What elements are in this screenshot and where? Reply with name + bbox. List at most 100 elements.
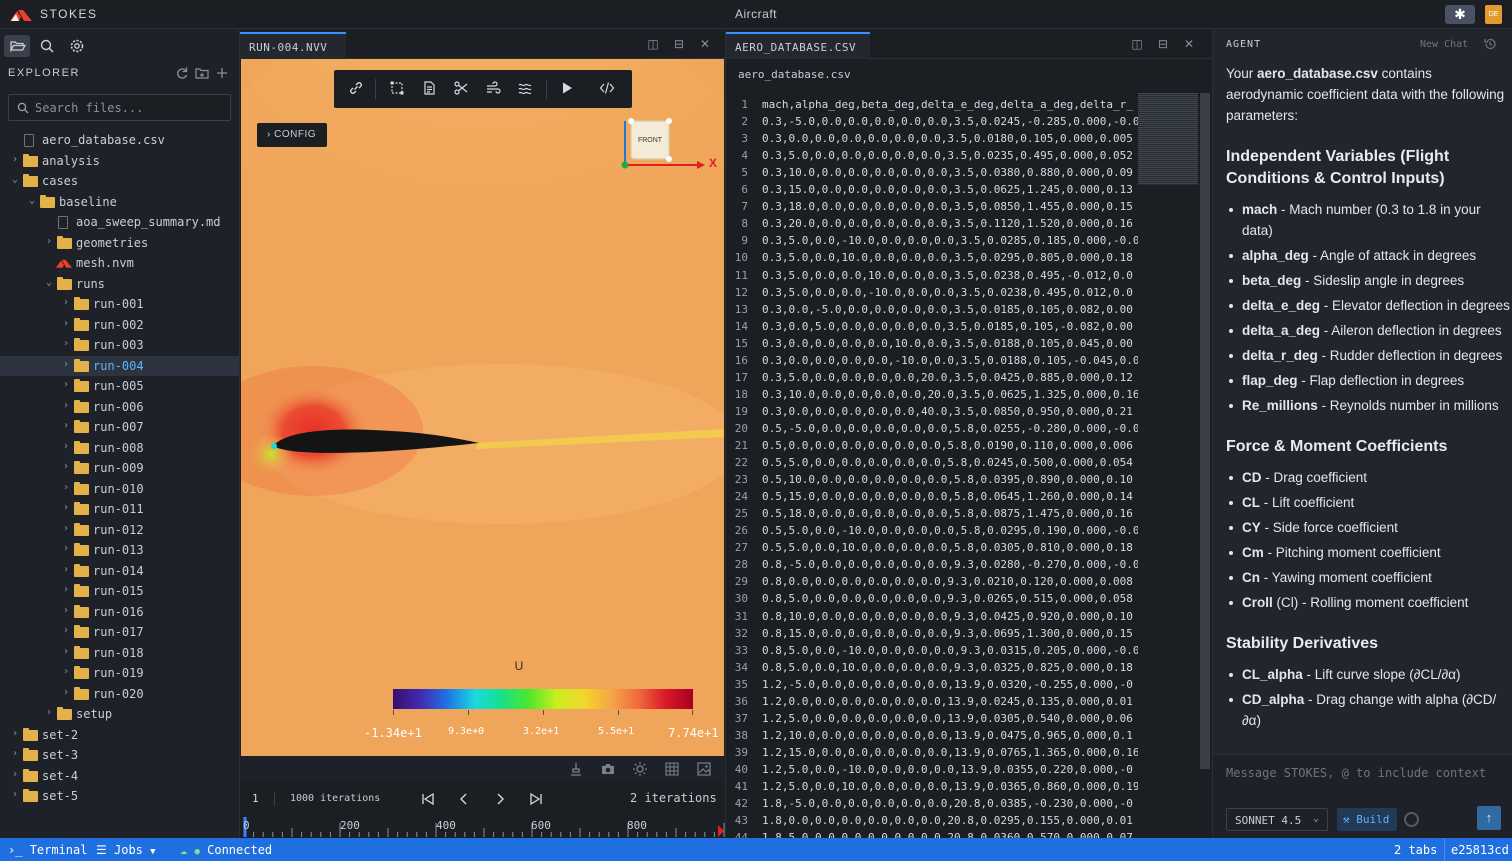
csv-line[interactable]: 1.2,5.0,0.0,0.0,0.0,0.0,0.0,13.9,0.0305,… (762, 712, 1138, 725)
file-search[interactable] (8, 94, 231, 121)
user-avatar[interactable]: DE (1485, 5, 1502, 24)
tree-folder[interactable]: › geometries (0, 233, 239, 253)
step-forward-icon[interactable] (493, 792, 507, 806)
theme-button[interactable]: ✱ (1445, 5, 1475, 24)
message-input[interactable] (1226, 763, 1501, 783)
csv-line[interactable]: 1.8,5.0,0.0,0.0,0.0,0.0,0.0,20.8,0.0360,… (762, 831, 1138, 838)
csv-line[interactable]: 0.5,18.0,0.0,0.0,0.0,0.0,0.0,5.8,0.0875,… (762, 507, 1138, 520)
tree-folder[interactable]: › run-010 (0, 479, 239, 499)
chevron-right-icon[interactable]: › (63, 564, 73, 575)
split-vertical-icon[interactable]: ◫ (647, 38, 659, 50)
chevron-right-icon[interactable]: › (63, 687, 73, 698)
csv-line[interactable]: 0.3,5.0,0.0,0.0,10.0,0.0,0.0,3.5,0.0238,… (762, 269, 1138, 282)
tree-file[interactable]: mesh.nvm (0, 253, 239, 273)
csv-line[interactable]: 1.2,15.0,0.0,0.0,0.0,0.0,0.0,13.9,0.0765… (762, 746, 1138, 759)
timeline-frame[interactable]: 1 (252, 792, 259, 805)
csv-line[interactable]: 1.2,10.0,0.0,0.0,0.0,0.0,0.0,13.9,0.0475… (762, 729, 1138, 742)
chevron-right-icon[interactable]: › (63, 646, 73, 657)
send-button[interactable]: ↑ (1477, 806, 1501, 830)
csv-line[interactable]: 0.8,15.0,0.0,0.0,0.0,0.0,0.0,9.3,0.0695,… (762, 627, 1138, 640)
camera-icon[interactable] (600, 761, 616, 777)
vertical-scrollbar[interactable] (1200, 93, 1210, 769)
skip-end-icon[interactable] (529, 792, 543, 806)
close-icon[interactable]: ✕ (699, 38, 711, 50)
csv-line[interactable]: 0.3,5.0,0.0,0.0,-10.0,0.0,0.0,3.5,0.0238… (762, 286, 1138, 299)
csv-line[interactable]: 1.2,0.0,0.0,0.0,0.0,0.0,0.0,13.9,0.0245,… (762, 695, 1138, 708)
tree-folder[interactable]: › run-018 (0, 643, 239, 663)
explorer-tab[interactable] (4, 35, 30, 57)
csv-line[interactable]: 0.3,0.0,0.0,0.0,0.0,-10.0,0.0,3.5,0.0188… (762, 354, 1138, 367)
tree-folder[interactable]: › run-017 (0, 622, 239, 642)
csv-line[interactable]: 0.3,0.0,5.0,0.0,0.0,0.0,0.0,3.5,0.0185,0… (762, 320, 1138, 333)
csv-line[interactable]: 0.5,5.0,0.0,10.0,0.0,0.0,0.0,5.8,0.0305,… (762, 541, 1138, 554)
chevron-down-icon[interactable]: ⌄ (12, 175, 22, 185)
csv-code-area[interactable]: 1 mach,alpha_deg,beta_deg,delta_e_deg,del… (726, 93, 1198, 838)
chevron-right-icon[interactable]: › (63, 482, 73, 493)
tree-folder[interactable]: › run-006 (0, 397, 239, 417)
orientation-gizmo[interactable]: FRONT X (621, 113, 721, 183)
contour-icon[interactable] (517, 80, 533, 96)
jobs-button[interactable]: ☰ Jobs ▼ (96, 843, 156, 857)
csv-line[interactable]: 1.2,5.0,0.0,10.0,0.0,0.0,0.0,13.9,0.0365… (762, 780, 1138, 793)
csv-line[interactable]: 0.3,18.0,0.0,0.0,0.0,0.0,0.0,3.5,0.0850,… (762, 200, 1138, 213)
config-button[interactable]: › CONFIG (257, 123, 327, 147)
connection-status[interactable]: ☁ ● Connected (180, 843, 272, 857)
streamline-icon[interactable] (485, 80, 501, 96)
tree-folder[interactable]: › run-015 (0, 581, 239, 601)
chevron-right-icon[interactable]: › (63, 380, 73, 390)
tree-folder[interactable]: › run-016 (0, 602, 239, 622)
build-mode-button[interactable]: ⚒ Build (1337, 808, 1397, 831)
lighting-icon[interactable] (632, 761, 648, 777)
chevron-right-icon[interactable]: › (63, 544, 73, 554)
tree-file[interactable]: aero_database.csv (0, 130, 239, 150)
csv-line[interactable]: 1.2,5.0,0.0,-10.0,0.0,0.0,0.0,13.9,0.035… (762, 763, 1138, 776)
csv-line[interactable]: 0.3,0.0,0.0,0.0,0.0,0.0,40.0,3.5,0.0850,… (762, 405, 1138, 418)
chevron-right-icon[interactable]: › (63, 339, 73, 349)
tree-folder[interactable]: › set-2 (0, 725, 239, 745)
tab-run-004[interactable]: RUN-004.NVV (240, 32, 346, 59)
report-icon[interactable] (421, 80, 437, 96)
tree-folder[interactable]: › run-012 (0, 520, 239, 540)
tree-folder[interactable]: › run-014 (0, 561, 239, 581)
csv-line[interactable]: 0.8,10.0,0.0,0.0,0.0,0.0,0.0,9.3,0.0425,… (762, 610, 1138, 623)
refresh-icon[interactable] (174, 65, 190, 81)
chevron-right-icon[interactable]: › (63, 523, 73, 534)
terminal-button[interactable]: ›_ Terminal (8, 843, 87, 857)
csv-line[interactable]: 0.3,5.0,0.0,10.0,0.0,0.0,0.0,3.5,0.0295,… (762, 251, 1138, 264)
chevron-down-icon[interactable]: ⌄ (29, 195, 39, 206)
csv-line[interactable]: 0.3,5.0,0.0,-10.0,0.0,0.0,0.0,3.5,0.0285… (762, 234, 1138, 247)
csv-line[interactable]: 0.3,0.0,0.0,0.0,0.0,10.0,0.0,3.5,0.0188,… (762, 337, 1138, 350)
tree-folder[interactable]: › run-008 (0, 438, 239, 458)
chevron-right-icon[interactable]: › (63, 605, 73, 616)
csv-line[interactable]: 0.3,5.0,0.0,0.0,0.0,0.0,0.0,3.5,0.0235,0… (762, 149, 1138, 162)
grid-icon[interactable] (664, 761, 680, 777)
new-file-icon[interactable] (214, 65, 230, 81)
chevron-right-icon[interactable]: › (63, 421, 73, 431)
clip-icon[interactable] (453, 80, 469, 96)
chevron-right-icon[interactable]: › (46, 708, 56, 718)
csv-line[interactable]: 0.3,20.0,0.0,0.0,0.0,0.0,0.0,3.5,0.1120,… (762, 217, 1138, 230)
chevron-right-icon[interactable]: › (63, 298, 73, 308)
link-icon[interactable] (348, 80, 364, 96)
image-icon[interactable] (696, 761, 712, 777)
chevron-right-icon[interactable]: › (63, 503, 73, 513)
tree-folder[interactable]: › run-011 (0, 499, 239, 519)
chevron-right-icon[interactable]: › (12, 769, 22, 780)
csv-line[interactable]: 1.8,0.0,0.0,0.0,0.0,0.0,0.0,20.8,0.0295,… (762, 814, 1138, 827)
csv-line[interactable]: mach,alpha_deg,beta_deg,delta_e_deg,delt… (762, 98, 1138, 111)
model-select[interactable]: SONNET 4.5 ⌄ (1226, 808, 1328, 831)
csv-line[interactable]: 0.5,0.0,0.0,0.0,0.0,0.0,0.0,5.8,0.0190,0… (762, 439, 1138, 452)
tree-folder[interactable]: › run-007 (0, 417, 239, 437)
csv-line[interactable]: 0.3,5.0,0.0,0.0,0.0,0.0,20.0,3.5,0.0425,… (762, 371, 1138, 384)
tree-folder[interactable]: › set-5 (0, 786, 239, 806)
minimap[interactable] (1138, 93, 1198, 185)
close-icon[interactable]: ✕ (1183, 38, 1195, 50)
search-tab[interactable] (34, 35, 60, 57)
csv-line[interactable]: 0.3,10.0,0.0,0.0,0.0,0.0,20.0,3.5,0.0625… (762, 388, 1138, 401)
csv-line[interactable]: 0.8,5.0,0.0,10.0,0.0,0.0,0.0,9.3,0.0325,… (762, 661, 1138, 674)
tree-folder[interactable]: › run-001 (0, 294, 239, 314)
code-icon[interactable] (599, 80, 615, 96)
tree-folder[interactable]: › run-004 (0, 355, 239, 376)
csv-line[interactable]: 0.3,0.0,-5.0,0.0,0.0,0.0,0.0,3.5,0.0185,… (762, 303, 1138, 316)
csv-line[interactable]: 0.5,5.0,0.0,-10.0,0.0,0.0,0.0,5.8,0.0295… (762, 524, 1138, 537)
